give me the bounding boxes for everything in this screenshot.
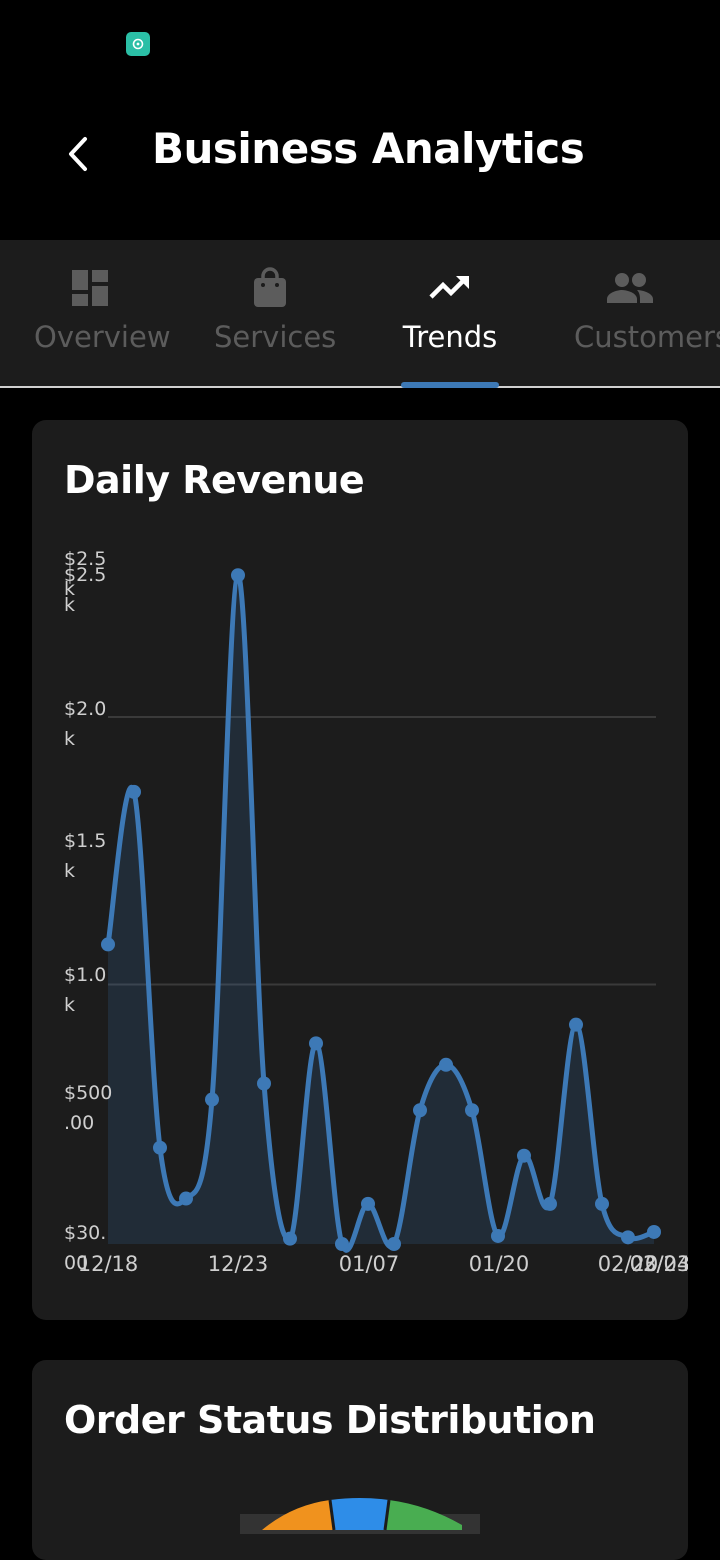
tab-trends-label: Trends <box>402 320 498 354</box>
page-title: Business Analytics <box>152 124 585 173</box>
data-point <box>283 1231 297 1246</box>
tab-bar: Overview Services Trends Customers <box>0 240 720 388</box>
data-point <box>491 1228 505 1243</box>
data-point <box>309 1036 323 1051</box>
data-point <box>205 1092 219 1107</box>
people-icon <box>607 273 653 303</box>
order-status-pie-chart <box>240 1498 480 1534</box>
data-point <box>439 1057 453 1072</box>
data-point <box>387 1237 401 1251</box>
data-point <box>569 1017 583 1032</box>
data-point <box>153 1140 167 1155</box>
data-point <box>179 1191 193 1206</box>
data-point <box>361 1196 375 1211</box>
daily-revenue-chart: $2.5 k$2.5 k$2.0 k$1.5 k$1.0 k$500.00$30. 0012… <box>64 548 688 1276</box>
data-point <box>465 1103 479 1118</box>
data-point <box>413 1103 427 1118</box>
data-point <box>231 568 245 583</box>
tab-overview-label: Overview <box>34 320 171 354</box>
tab-services[interactable]: Services <box>180 240 360 386</box>
revenue-area-fill <box>108 575 654 1251</box>
data-point <box>647 1224 661 1239</box>
tab-overview[interactable]: Overview <box>0 240 180 386</box>
y-tick-label: $500.00 <box>64 1082 112 1134</box>
dashboard-icon <box>72 270 108 306</box>
active-tab-indicator <box>401 382 499 388</box>
data-point <box>517 1148 531 1163</box>
tab-customers[interactable]: Customers <box>540 240 720 386</box>
x-tick-label: 12/23 <box>208 1252 269 1276</box>
y-tick-label: $1.0 k <box>64 964 106 1016</box>
order-status-card: Order Status Distribution <box>32 1360 688 1560</box>
trending-up-icon <box>429 276 469 299</box>
app-bar: Business Analytics <box>0 90 720 240</box>
tab-customers-label: Customers <box>574 320 720 354</box>
back-arrow-icon <box>69 137 87 171</box>
x-tick-label: 03/03 <box>630 1252 688 1276</box>
tab-trends[interactable]: Trends <box>360 240 540 386</box>
x-tick-label: 12/18 <box>78 1252 139 1276</box>
back-button[interactable] <box>52 128 104 180</box>
data-point <box>257 1076 271 1091</box>
shopping-bag-icon <box>254 267 286 307</box>
data-point <box>335 1237 349 1251</box>
data-point <box>127 784 141 799</box>
x-tick-label: 01/20 <box>469 1252 530 1276</box>
pie-slice-blue <box>330 1498 389 1530</box>
app-notification-icon <box>126 32 150 56</box>
y-tick-label: $1.5 k <box>64 830 106 882</box>
y-tick-label: $2.0 k <box>64 698 106 750</box>
data-point <box>621 1230 635 1245</box>
data-point <box>543 1196 557 1211</box>
status-bar <box>0 0 720 90</box>
tab-services-label: Services <box>214 320 337 354</box>
x-tick-label: 01/07 <box>339 1252 400 1276</box>
data-point <box>595 1196 609 1211</box>
data-point <box>101 937 115 952</box>
daily-revenue-card: Daily Revenue $2.5 k $2.5 k $2.0 k $1.5 k $1.0 k $… <box>32 420 688 1320</box>
